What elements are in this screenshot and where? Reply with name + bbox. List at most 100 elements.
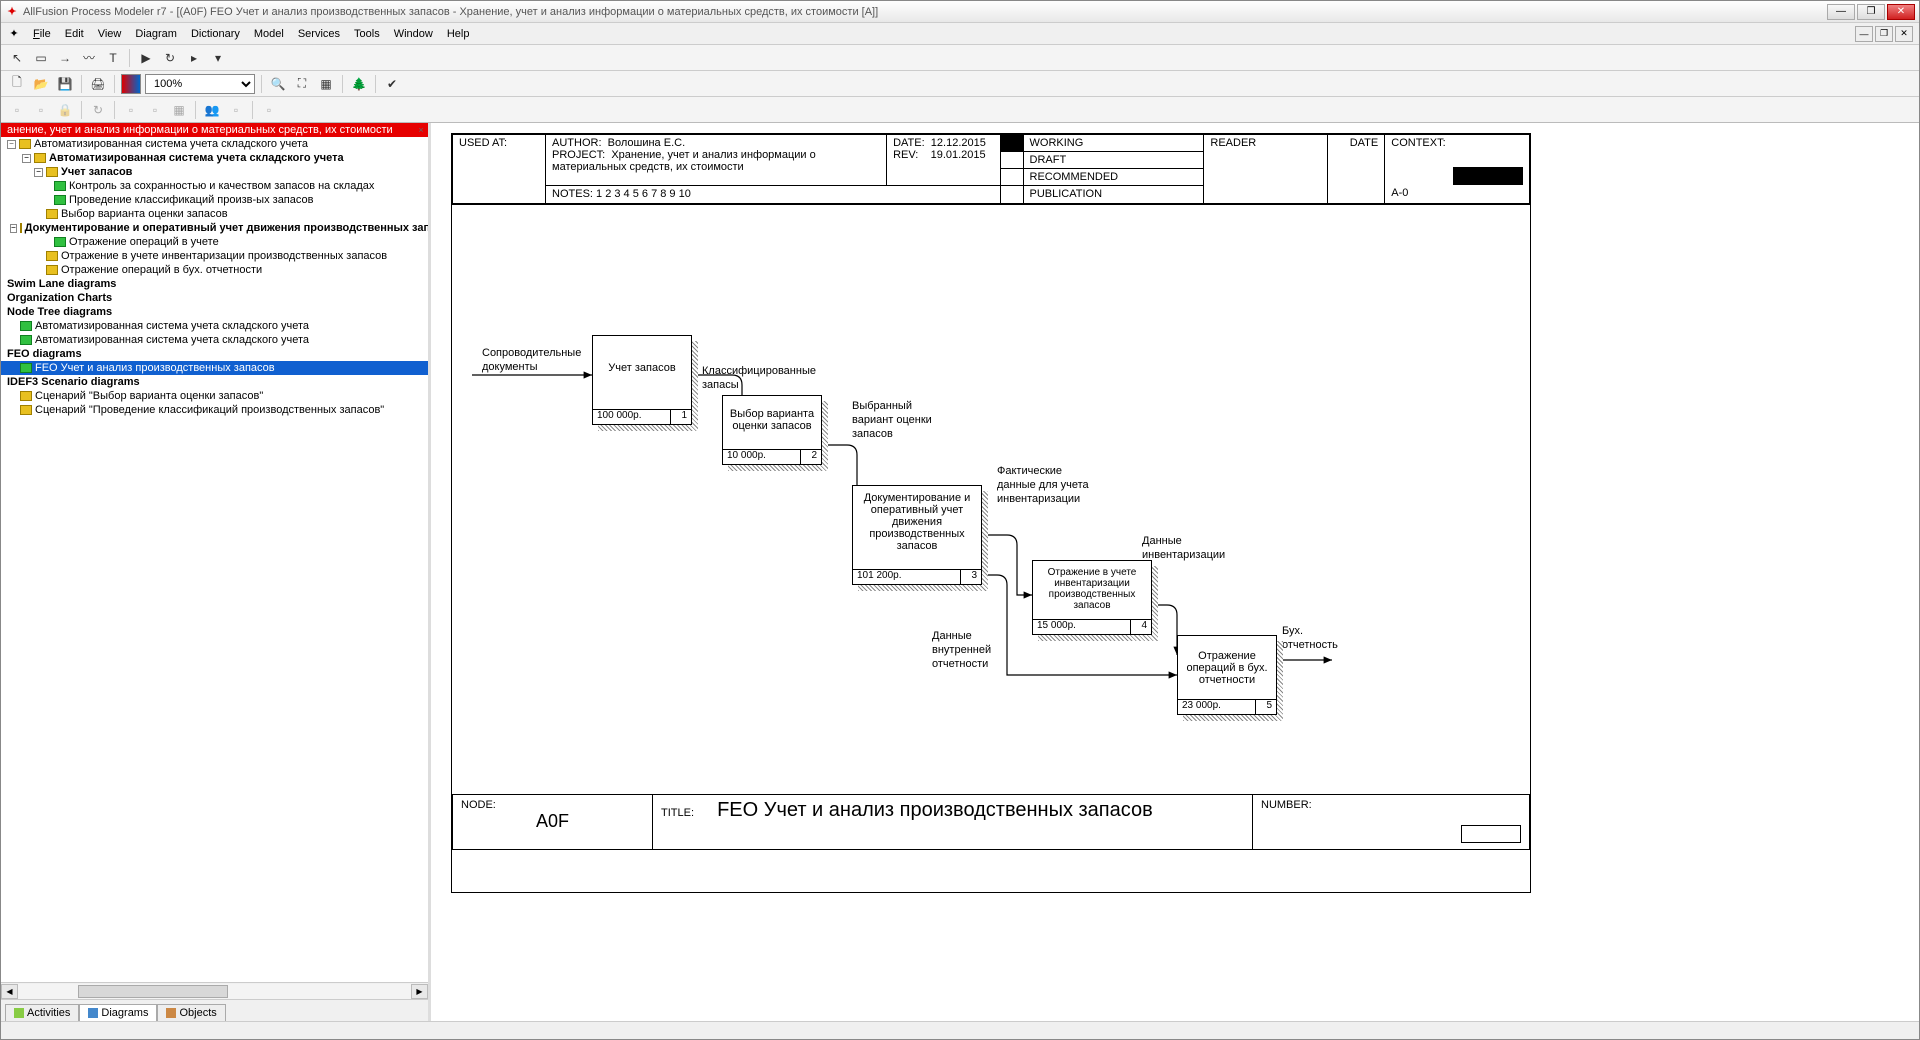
- tb3-9[interactable]: ▫: [226, 100, 246, 120]
- menu-file[interactable]: File: [27, 26, 57, 42]
- tree-item[interactable]: Автоматизированная система учета складск…: [1, 333, 428, 347]
- activity-box-3[interactable]: Документирование и оперативный учет движ…: [852, 485, 982, 585]
- tree-item[interactable]: −Учет запасов: [1, 165, 428, 179]
- app-icon: ✦: [5, 5, 19, 19]
- tree-icon[interactable]: 🌲: [349, 74, 369, 94]
- window-title: AllFusion Process Modeler r7 - [(A0F) FE…: [23, 6, 1827, 18]
- mdi-close[interactable]: ✕: [1895, 26, 1913, 42]
- tree-item[interactable]: Отражение операций в бух. отчетности: [1, 263, 428, 277]
- tree-hscroll[interactable]: ◀ ▶: [1, 982, 428, 999]
- arrow-tool[interactable]: →: [55, 48, 75, 68]
- tb3-10[interactable]: ▫: [259, 100, 279, 120]
- model-explorer: × анение, учет и анализ информации о мат…: [1, 123, 431, 1021]
- save-button[interactable]: 💾: [55, 74, 75, 94]
- doc-icon: ✦: [7, 27, 21, 41]
- tree-item[interactable]: Сценарий "Выбор варианта оценки запасов": [1, 389, 428, 403]
- mdi-minimize[interactable]: —: [1855, 26, 1873, 42]
- tb3-6[interactable]: ▫: [145, 100, 165, 120]
- pointer-tool[interactable]: ↖: [7, 48, 27, 68]
- scroll-thumb[interactable]: [78, 985, 228, 998]
- tree-group[interactable]: FEO diagrams: [1, 347, 428, 361]
- tb3-3[interactable]: 🔒: [55, 100, 75, 120]
- minimize-button[interactable]: —: [1827, 4, 1855, 20]
- tree-root[interactable]: анение, учет и анализ информации о матер…: [1, 123, 428, 137]
- play-tool[interactable]: ▶: [136, 48, 156, 68]
- scroll-right-icon[interactable]: ▶: [411, 984, 428, 999]
- menu-edit[interactable]: Edit: [59, 26, 90, 42]
- scroll-left-icon[interactable]: ◀: [1, 984, 18, 999]
- tree-item[interactable]: Контроль за сохранностью и качеством зап…: [1, 179, 428, 193]
- tree-group[interactable]: Organization Charts: [1, 291, 428, 305]
- menu-help[interactable]: Help: [441, 26, 476, 42]
- sidebar-close-icon[interactable]: ×: [416, 125, 426, 135]
- zoom-in-icon[interactable]: 🔍: [268, 74, 288, 94]
- menu-tools[interactable]: Tools: [348, 26, 386, 42]
- spellcheck-icon[interactable]: ✔: [382, 74, 402, 94]
- menu-dictionary[interactable]: Dictionary: [185, 26, 246, 42]
- open-button[interactable]: 📂: [31, 74, 51, 94]
- main-area: × анение, учет и анализ информации о мат…: [1, 123, 1919, 1021]
- tree-item[interactable]: −Автоматизированная система учета складс…: [1, 151, 428, 165]
- tree-item[interactable]: Выбор варианта оценки запасов: [1, 207, 428, 221]
- tb3-7[interactable]: ▦: [169, 100, 189, 120]
- tb3-1[interactable]: ▫: [7, 100, 27, 120]
- tree-item[interactable]: −Автоматизированная система учета складс…: [1, 137, 428, 151]
- text-tool[interactable]: T: [103, 48, 123, 68]
- menu-window[interactable]: Window: [388, 26, 439, 42]
- tree-item[interactable]: Проведение классификаций произв-ых запас…: [1, 193, 428, 207]
- menu-diagram[interactable]: Diagram: [129, 26, 183, 42]
- diagram-frame: USED AT: AUTHOR: Волошина Е.С. PROJECT: …: [451, 133, 1531, 893]
- toolbar-2: 🗋 📂 💾 🖨 100% 🔍 ⛶ ▦ 🌲 ✔: [1, 71, 1919, 97]
- report-button[interactable]: ▦: [316, 74, 336, 94]
- activity-box-4[interactable]: Отражение в учете инвентаризации произво…: [1032, 560, 1152, 635]
- tree[interactable]: анение, учет и анализ информации о матер…: [1, 123, 428, 982]
- toolbar-3: ▫ ▫ 🔒 ↻ ▫ ▫ ▦ 👥 ▫ ▫: [1, 97, 1919, 123]
- label: Сопроводительные документы: [482, 347, 602, 375]
- tb3-5[interactable]: ▫: [121, 100, 141, 120]
- arrow-layer: [452, 205, 1530, 794]
- mdi-restore[interactable]: ❐: [1875, 26, 1893, 42]
- box-tool[interactable]: ▭: [31, 48, 51, 68]
- squiggle-tool[interactable]: 〰: [79, 48, 99, 68]
- activity-box-1[interactable]: Учет запасов 100 000р.1: [592, 335, 692, 425]
- label: Данные инвентаризации: [1142, 535, 1242, 563]
- tb3-8[interactable]: 👥: [202, 100, 222, 120]
- tb3-4[interactable]: ↻: [88, 100, 108, 120]
- tree-item[interactable]: Отражение в учете инвентаризации произво…: [1, 249, 428, 263]
- tree-group[interactable]: Swim Lane diagrams: [1, 277, 428, 291]
- tree-group[interactable]: Node Tree diagrams: [1, 305, 428, 319]
- diagram-canvas[interactable]: USED AT: AUTHOR: Волошина Е.С. PROJECT: …: [431, 123, 1919, 1021]
- explorer-tabs: Activities Diagrams Objects: [1, 999, 428, 1021]
- menu-view[interactable]: View: [92, 26, 128, 42]
- activity-box-2[interactable]: Выбор варианта оценки запасов 10 000р.2: [722, 395, 822, 465]
- diagram-body[interactable]: Сопроводительные документы Классифициров…: [452, 204, 1530, 794]
- tree-item[interactable]: −Документирование и оперативный учет дви…: [1, 221, 428, 235]
- label: Данные внутренней отчетности: [932, 630, 1012, 671]
- dropdown-tool[interactable]: ▾: [208, 48, 228, 68]
- maximize-button[interactable]: ❐: [1857, 4, 1885, 20]
- label: Классифицированные запасы: [702, 365, 832, 393]
- refresh-tool[interactable]: ↻: [160, 48, 180, 68]
- close-button[interactable]: ✕: [1887, 4, 1915, 20]
- tab-objects[interactable]: Objects: [157, 1004, 225, 1021]
- tab-activities[interactable]: Activities: [5, 1004, 79, 1021]
- zoom-select[interactable]: 100%: [145, 74, 255, 94]
- palette-button[interactable]: [121, 74, 141, 94]
- new-button[interactable]: 🗋: [7, 74, 27, 94]
- tree-item[interactable]: Отражение операций в учете: [1, 235, 428, 249]
- menu-services[interactable]: Services: [292, 26, 346, 42]
- activity-box-5[interactable]: Отражение операций в бух. отчетности 23 …: [1177, 635, 1277, 715]
- tab-diagrams[interactable]: Diagrams: [79, 1004, 157, 1021]
- header-table: USED AT: AUTHOR: Волошина Е.С. PROJECT: …: [452, 134, 1530, 204]
- tb3-2[interactable]: ▫: [31, 100, 51, 120]
- tree-item[interactable]: Автоматизированная система учета складск…: [1, 319, 428, 333]
- tree-group[interactable]: IDEF3 Scenario diagrams: [1, 375, 428, 389]
- tree-item[interactable]: Сценарий "Проведение классификаций произ…: [1, 403, 428, 417]
- tree-item-selected[interactable]: FEO Учет и анализ производственных запас…: [1, 361, 428, 375]
- menu-model[interactable]: Model: [248, 26, 290, 42]
- app-window: ✦ AllFusion Process Modeler r7 - [(A0F) …: [0, 0, 1920, 1040]
- zoom-area-icon[interactable]: ⛶: [292, 74, 312, 94]
- print-button[interactable]: 🖨: [88, 74, 108, 94]
- used-at-cell: USED AT:: [453, 135, 546, 204]
- play2-tool[interactable]: ▸: [184, 48, 204, 68]
